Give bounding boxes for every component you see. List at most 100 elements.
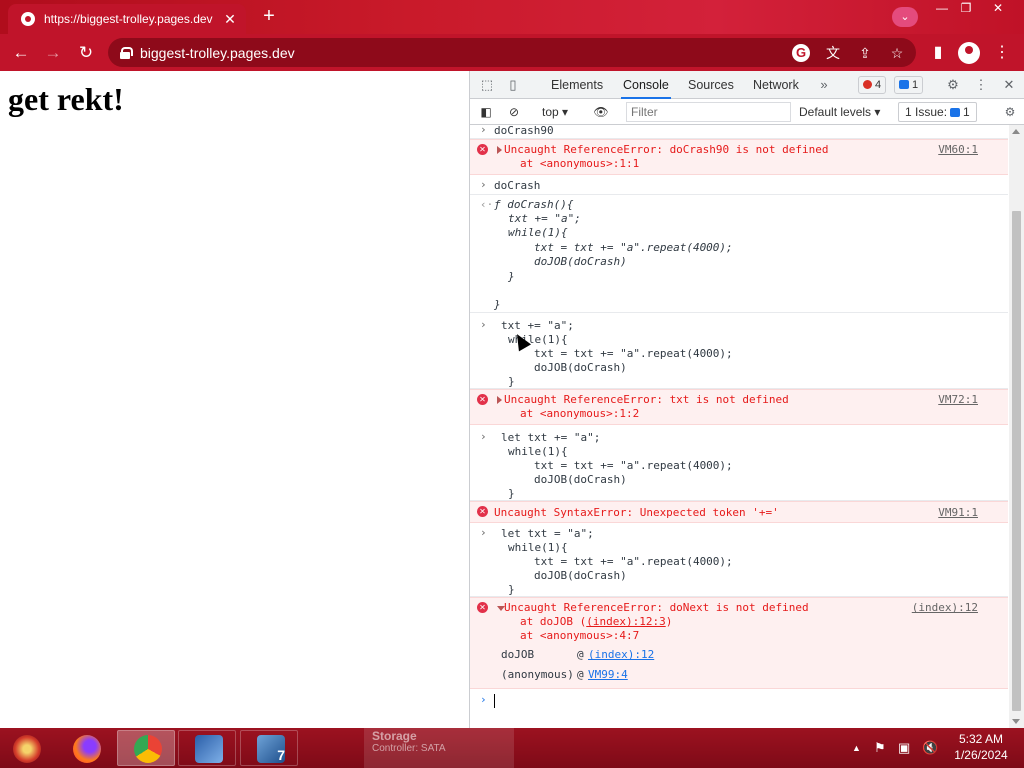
more-tabs-icon[interactable]: »	[815, 76, 833, 94]
volume-muted-icon[interactable]: 🔇	[922, 740, 938, 756]
input-chevron-icon: ›	[480, 430, 487, 443]
share-icon[interactable]: ⇪	[854, 42, 876, 64]
error-stack-line: at <anonymous>:4:7	[520, 629, 640, 642]
device-toolbar-icon[interactable]: ▯	[504, 76, 522, 94]
console-scrollbar[interactable]	[1009, 125, 1024, 728]
live-expression-eye-icon[interactable]: 👁	[592, 103, 610, 121]
menu-kebab-icon[interactable]: ⋮	[990, 41, 1014, 65]
tab-network[interactable]: Network	[753, 71, 799, 99]
start-button[interactable]	[0, 730, 58, 766]
console-prompt[interactable]: ›	[470, 689, 1008, 728]
code-line: txt = txt += "a".repeat(4000);	[534, 347, 733, 360]
browser-tab[interactable]: https://biggest-trolley.pages.dev ✕	[8, 4, 246, 34]
console-input-entry: › doCrash90	[470, 125, 1008, 139]
scroll-down-icon[interactable]	[1012, 719, 1020, 724]
console-input-text: doCrash90	[494, 125, 554, 137]
scrollbar-thumb[interactable]	[1012, 211, 1021, 711]
restore-icon[interactable]: ❐	[952, 0, 980, 18]
issues-count: 1	[963, 105, 970, 119]
profile-avatar[interactable]	[958, 42, 980, 64]
source-link[interactable]: VM91:1	[938, 506, 978, 520]
code-line: }	[508, 583, 515, 596]
error-icon: ✕	[477, 506, 488, 517]
text-caret	[494, 694, 495, 708]
sidebar-toggle-icon[interactable]: ◧	[478, 103, 494, 121]
source-link[interactable]: VM72:1	[938, 393, 978, 407]
chrome-taskbar-button[interactable]	[117, 730, 175, 766]
lock-icon[interactable]	[120, 46, 133, 59]
console-output[interactable]: › doCrash90 ✕ Uncaught ReferenceError: d…	[470, 125, 1008, 728]
start-orb-icon	[13, 735, 41, 763]
call-stack-function: (anonymous)	[501, 668, 574, 681]
app7-taskbar-button[interactable]: 7	[240, 730, 298, 766]
google-lens-icon[interactable]: G	[792, 44, 810, 62]
message-count: 1	[912, 79, 919, 91]
system-clock[interactable]: 5:32 AM 1/26/2024	[950, 731, 1012, 763]
code-line: doJOB(doCrash)	[534, 473, 627, 486]
log-levels-value: Default levels	[799, 105, 872, 119]
chrome-icon	[134, 735, 162, 763]
bookmark-star-icon[interactable]: ☆	[886, 42, 908, 64]
code-line: while(1){	[508, 226, 568, 239]
input-chevron-icon: ›	[480, 318, 487, 331]
error-count-badge[interactable]: 4	[858, 76, 887, 94]
tab-elements[interactable]: Elements	[551, 71, 603, 99]
translate-icon[interactable]: 文	[822, 42, 844, 64]
call-stack-link[interactable]: VM99:4	[588, 668, 628, 682]
input-chevron-icon: ›	[480, 125, 487, 136]
close-tab-icon[interactable]: ✕	[220, 9, 240, 29]
error-icon: ✕	[477, 602, 488, 613]
tray-overflow-icon[interactable]: ▲	[852, 740, 861, 756]
browser-toolbar: ← → ↻ biggest-trolley.pages.dev G 文 ⇪ ☆ …	[0, 34, 1024, 71]
network-icon[interactable]: ▣	[898, 740, 910, 756]
back-arrow-icon[interactable]: ←	[8, 40, 34, 66]
code-line: let txt = "a";	[501, 527, 594, 540]
inspect-element-icon[interactable]: ⬚	[478, 76, 496, 94]
clock-date: 1/26/2024	[954, 748, 1008, 762]
call-stack-at: @	[577, 668, 584, 681]
stack-link[interactable]: (index):12:3	[586, 615, 665, 628]
code-line: txt += "a";	[501, 319, 574, 332]
new-tab-button[interactable]: +	[256, 6, 282, 28]
windows7-app-icon: 7	[257, 735, 285, 763]
close-window-icon[interactable]: ✕	[984, 0, 1012, 18]
close-devtools-icon[interactable]: ✕	[1000, 76, 1018, 94]
tab-sources[interactable]: Sources	[688, 71, 734, 99]
clear-console-icon[interactable]: ⊘	[506, 103, 522, 121]
tab-console[interactable]: Console	[621, 71, 671, 99]
issues-button[interactable]: 1 Issue: 1	[898, 102, 977, 122]
tab-title: https://biggest-trolley.pages.dev	[44, 12, 213, 26]
background-window-ghost: Storage Controller: SATA	[364, 728, 514, 768]
console-filter-input[interactable]	[626, 102, 791, 122]
error-stack-line: at <anonymous>:1:1	[520, 157, 640, 170]
result-chevron-icon: ‹·	[480, 198, 494, 211]
log-levels-dropdown[interactable]: Default levels ▾	[799, 103, 880, 121]
side-panel-icon[interactable]: ▮	[926, 41, 950, 65]
firefox-taskbar-button[interactable]	[56, 730, 114, 766]
reload-icon[interactable]: ↻	[73, 40, 99, 66]
console-input-entry: › txt += "a"; while(1){ txt = txt += "a"…	[470, 313, 1008, 389]
source-link[interactable]: (index):12	[912, 601, 978, 615]
error-message: Uncaught ReferenceError: txt is not defi…	[504, 393, 789, 406]
expand-triangle-icon[interactable]	[497, 146, 502, 154]
code-line: let txt += "a";	[501, 431, 601, 444]
action-center-flag-icon[interactable]: ⚑	[874, 740, 886, 756]
forward-arrow-icon[interactable]: →	[40, 40, 66, 66]
call-stack-link[interactable]: (index):12	[588, 648, 654, 662]
address-bar[interactable]: biggest-trolley.pages.dev G 文 ⇪ ☆	[108, 38, 916, 67]
devtools-menu-icon[interactable]: ⋮	[972, 76, 990, 94]
console-settings-gear-icon[interactable]: ⚙	[1002, 103, 1018, 121]
tab-search-icon[interactable]: ⌄	[892, 7, 918, 27]
page-viewport: get rekt!	[0, 71, 469, 728]
scroll-up-icon[interactable]	[1012, 129, 1020, 134]
settings-gear-icon[interactable]: ⚙	[944, 76, 962, 94]
console-error-entry: ✕ Uncaught ReferenceError: doCrash90 is …	[470, 139, 1008, 175]
code-line: }	[508, 487, 515, 500]
context-selector[interactable]: top ▾	[542, 103, 568, 121]
source-link[interactable]: VM60:1	[938, 143, 978, 157]
virtualbox-taskbar-button[interactable]	[178, 730, 236, 766]
expand-triangle-icon[interactable]	[497, 396, 502, 404]
console-error-entry-expanded: ✕ Uncaught ReferenceError: doNext is not…	[470, 597, 1008, 689]
message-count-badge[interactable]: 1	[894, 76, 924, 94]
code-line: txt += "a";	[508, 212, 581, 225]
